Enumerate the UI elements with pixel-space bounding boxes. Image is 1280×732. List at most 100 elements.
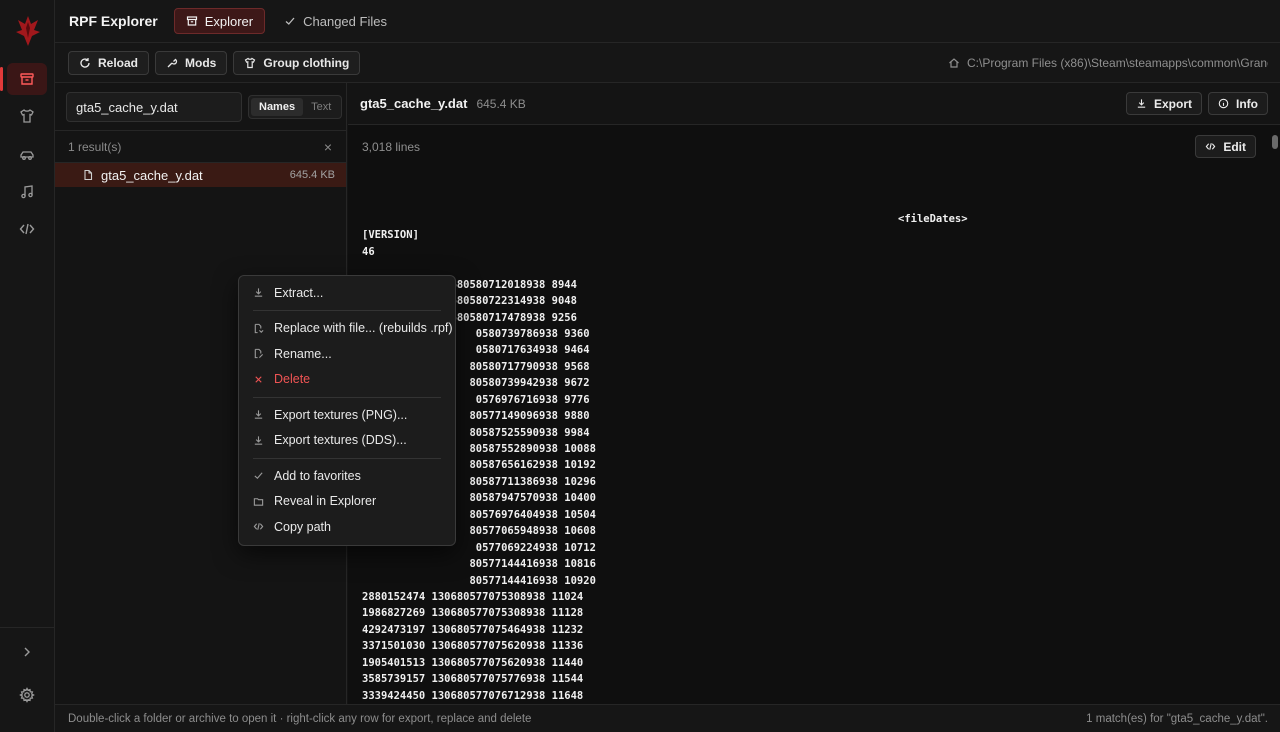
- tab-explorer[interactable]: Explorer: [173, 8, 266, 34]
- file-row-name: gta5_cache_y.dat: [101, 167, 203, 183]
- top-bar: RPF Explorer Explorer Changed Files: [55, 0, 1280, 43]
- file-replace-icon: [254, 323, 264, 333]
- context-menu-item-rename[interactable]: Rename...: [239, 341, 455, 367]
- context-menu-item-label: Rename...: [274, 346, 332, 361]
- code-line: 1905401513 130680577075620938 11440: [362, 656, 584, 669]
- rename-icon: [254, 349, 264, 359]
- rail-music-icon[interactable]: [7, 176, 47, 208]
- search-mode-toggle: Names Text: [248, 95, 343, 119]
- context-menu-item-label: Reveal in Explorer: [274, 494, 377, 509]
- tab-changed-files[interactable]: Changed Files: [273, 8, 398, 34]
- file-dates-tag: <fileDates>: [898, 212, 968, 225]
- shirt-icon: [245, 57, 256, 68]
- context-menu-item-export-textures-png[interactable]: Export textures (PNG)...: [239, 402, 455, 428]
- code-line: 2880152474 130680577075308938 11024: [362, 590, 584, 603]
- file-row[interactable]: gta5_cache_y.dat 645.4 KB: [55, 163, 346, 187]
- rail-archive-icon[interactable]: [0, 63, 47, 95]
- mods-label: Mods: [185, 55, 217, 70]
- context-menu-item-label: Replace with file... (rebuilds .rpf): [274, 321, 453, 336]
- info-label: Info: [1236, 96, 1258, 111]
- status-matches: 1 match(es) for "gta5_cache_y.dat".: [1086, 712, 1268, 725]
- code-line: 80577144416938 10816: [362, 558, 596, 571]
- check-icon: [285, 17, 295, 25]
- file-viewer-pane: gta5_cache_y.dat 645.4 KB Export Info 3,…: [348, 83, 1280, 732]
- status-hint: Double-click a folder or archive to open…: [68, 712, 532, 725]
- archive-icon: [186, 16, 197, 26]
- tab-changed-files-label: Changed Files: [303, 13, 387, 29]
- group-clothing-button[interactable]: Group clothing: [233, 50, 361, 75]
- viewer-file-size: 645.4 KB: [476, 96, 526, 111]
- tab-explorer-label: Explorer: [204, 13, 254, 29]
- code-line: 80577144416938 10920: [362, 574, 596, 587]
- search-mode-text[interactable]: Text: [303, 98, 339, 116]
- info-icon: [1218, 98, 1229, 109]
- folder-icon: [253, 497, 264, 506]
- check-icon: [254, 472, 263, 480]
- reload-icon: [80, 57, 90, 68]
- app-logo-icon: [14, 14, 42, 48]
- rail-settings-gear-icon[interactable]: [7, 679, 47, 711]
- context-menu: Extract... Replace with file... (rebuilds…: [238, 275, 456, 546]
- context-menu-item-replace-with-file-rebuilds-rpf[interactable]: Replace with file... (rebuilds .rpf): [239, 316, 455, 342]
- context-menu-item-label: Add to favorites: [274, 468, 361, 483]
- reload-label: Reload: [98, 55, 139, 70]
- wrench-icon: [167, 58, 178, 67]
- context-menu-item-label: Delete: [274, 372, 311, 387]
- code-line: [VERSION]: [362, 229, 419, 242]
- file-row-size: 645.4 KB: [289, 169, 335, 181]
- close-icon: [255, 376, 262, 383]
- download-icon: [1137, 99, 1146, 108]
- code-line: 3339424450 130680577076712938 11648: [362, 689, 584, 702]
- download-icon: [254, 436, 263, 445]
- code-icon: [1205, 143, 1216, 150]
- context-menu-item-label: Export textures (PNG)...: [274, 407, 408, 422]
- search-row: Names Text: [55, 83, 346, 131]
- mods-button[interactable]: Mods: [155, 50, 228, 75]
- group-clothing-label: Group clothing: [263, 55, 350, 70]
- download-icon: [254, 410, 263, 419]
- context-menu-item-add-to-favorites[interactable]: Add to favorites: [239, 463, 455, 489]
- context-menu-item-label: Copy path: [274, 519, 331, 534]
- app-title: RPF Explorer: [69, 13, 158, 29]
- context-menu-item-copy-path[interactable]: Copy path: [239, 514, 455, 540]
- home-icon: [949, 58, 959, 68]
- edit-button[interactable]: Edit: [1195, 135, 1256, 158]
- info-button[interactable]: Info: [1208, 92, 1268, 115]
- context-menu-item-export-textures-dds[interactable]: Export textures (DDS)...: [239, 428, 455, 454]
- game-path-text: C:\Program Files (x86)\Steam\steamapps\c…: [967, 56, 1268, 70]
- rail-car-icon[interactable]: [7, 139, 47, 171]
- game-path: C:\Program Files (x86)\Steam\steamapps\c…: [948, 43, 1268, 83]
- viewer-header: gta5_cache_y.dat 645.4 KB Export Info: [348, 83, 1280, 125]
- code-line: 46: [362, 245, 375, 258]
- search-mode-names[interactable]: Names: [251, 98, 304, 116]
- context-menu-item-reveal-in-explorer[interactable]: Reveal in Explorer: [239, 489, 455, 515]
- scrollbar-thumb[interactable]: [1272, 135, 1278, 149]
- context-menu-item-delete[interactable]: Delete: [239, 367, 455, 393]
- viewer-file-name: gta5_cache_y.dat: [360, 96, 468, 111]
- reload-button[interactable]: Reload: [68, 50, 150, 75]
- lines-count: 3,018 lines: [362, 140, 421, 154]
- file-icon: [84, 169, 93, 181]
- rail-code-icon[interactable]: [7, 213, 47, 245]
- code-line: 3371501030 130680577075620938 11336: [362, 640, 584, 653]
- context-menu-item-extract[interactable]: Extract...: [239, 280, 455, 306]
- download-icon: [254, 288, 263, 297]
- context-menu-item-label: Export textures (DDS)...: [274, 433, 407, 448]
- rail-shirt-icon[interactable]: [7, 100, 47, 132]
- export-label: Export: [1153, 96, 1192, 111]
- rail-divider: [0, 627, 55, 628]
- edit-label: Edit: [1223, 139, 1246, 154]
- code-line: 3585739157 130680577075776938 11544: [362, 673, 584, 686]
- export-button[interactable]: Export: [1125, 92, 1202, 115]
- code-line: 1986827269 130680577075308938 11128: [362, 607, 584, 620]
- icon-rail: [0, 0, 55, 732]
- results-count: 1 result(s): [68, 139, 122, 154]
- viewer-scrollbar[interactable]: [1272, 125, 1278, 704]
- search-input[interactable]: [66, 92, 242, 122]
- context-menu-separator: [253, 310, 441, 311]
- code-icon: [253, 523, 264, 531]
- clear-results-close-icon[interactable]: ×: [324, 139, 332, 155]
- rail-expand-chevron-icon[interactable]: [7, 636, 47, 668]
- context-menu-separator: [253, 396, 441, 398]
- status-bar: Double-click a folder or archive to open…: [55, 704, 1280, 732]
